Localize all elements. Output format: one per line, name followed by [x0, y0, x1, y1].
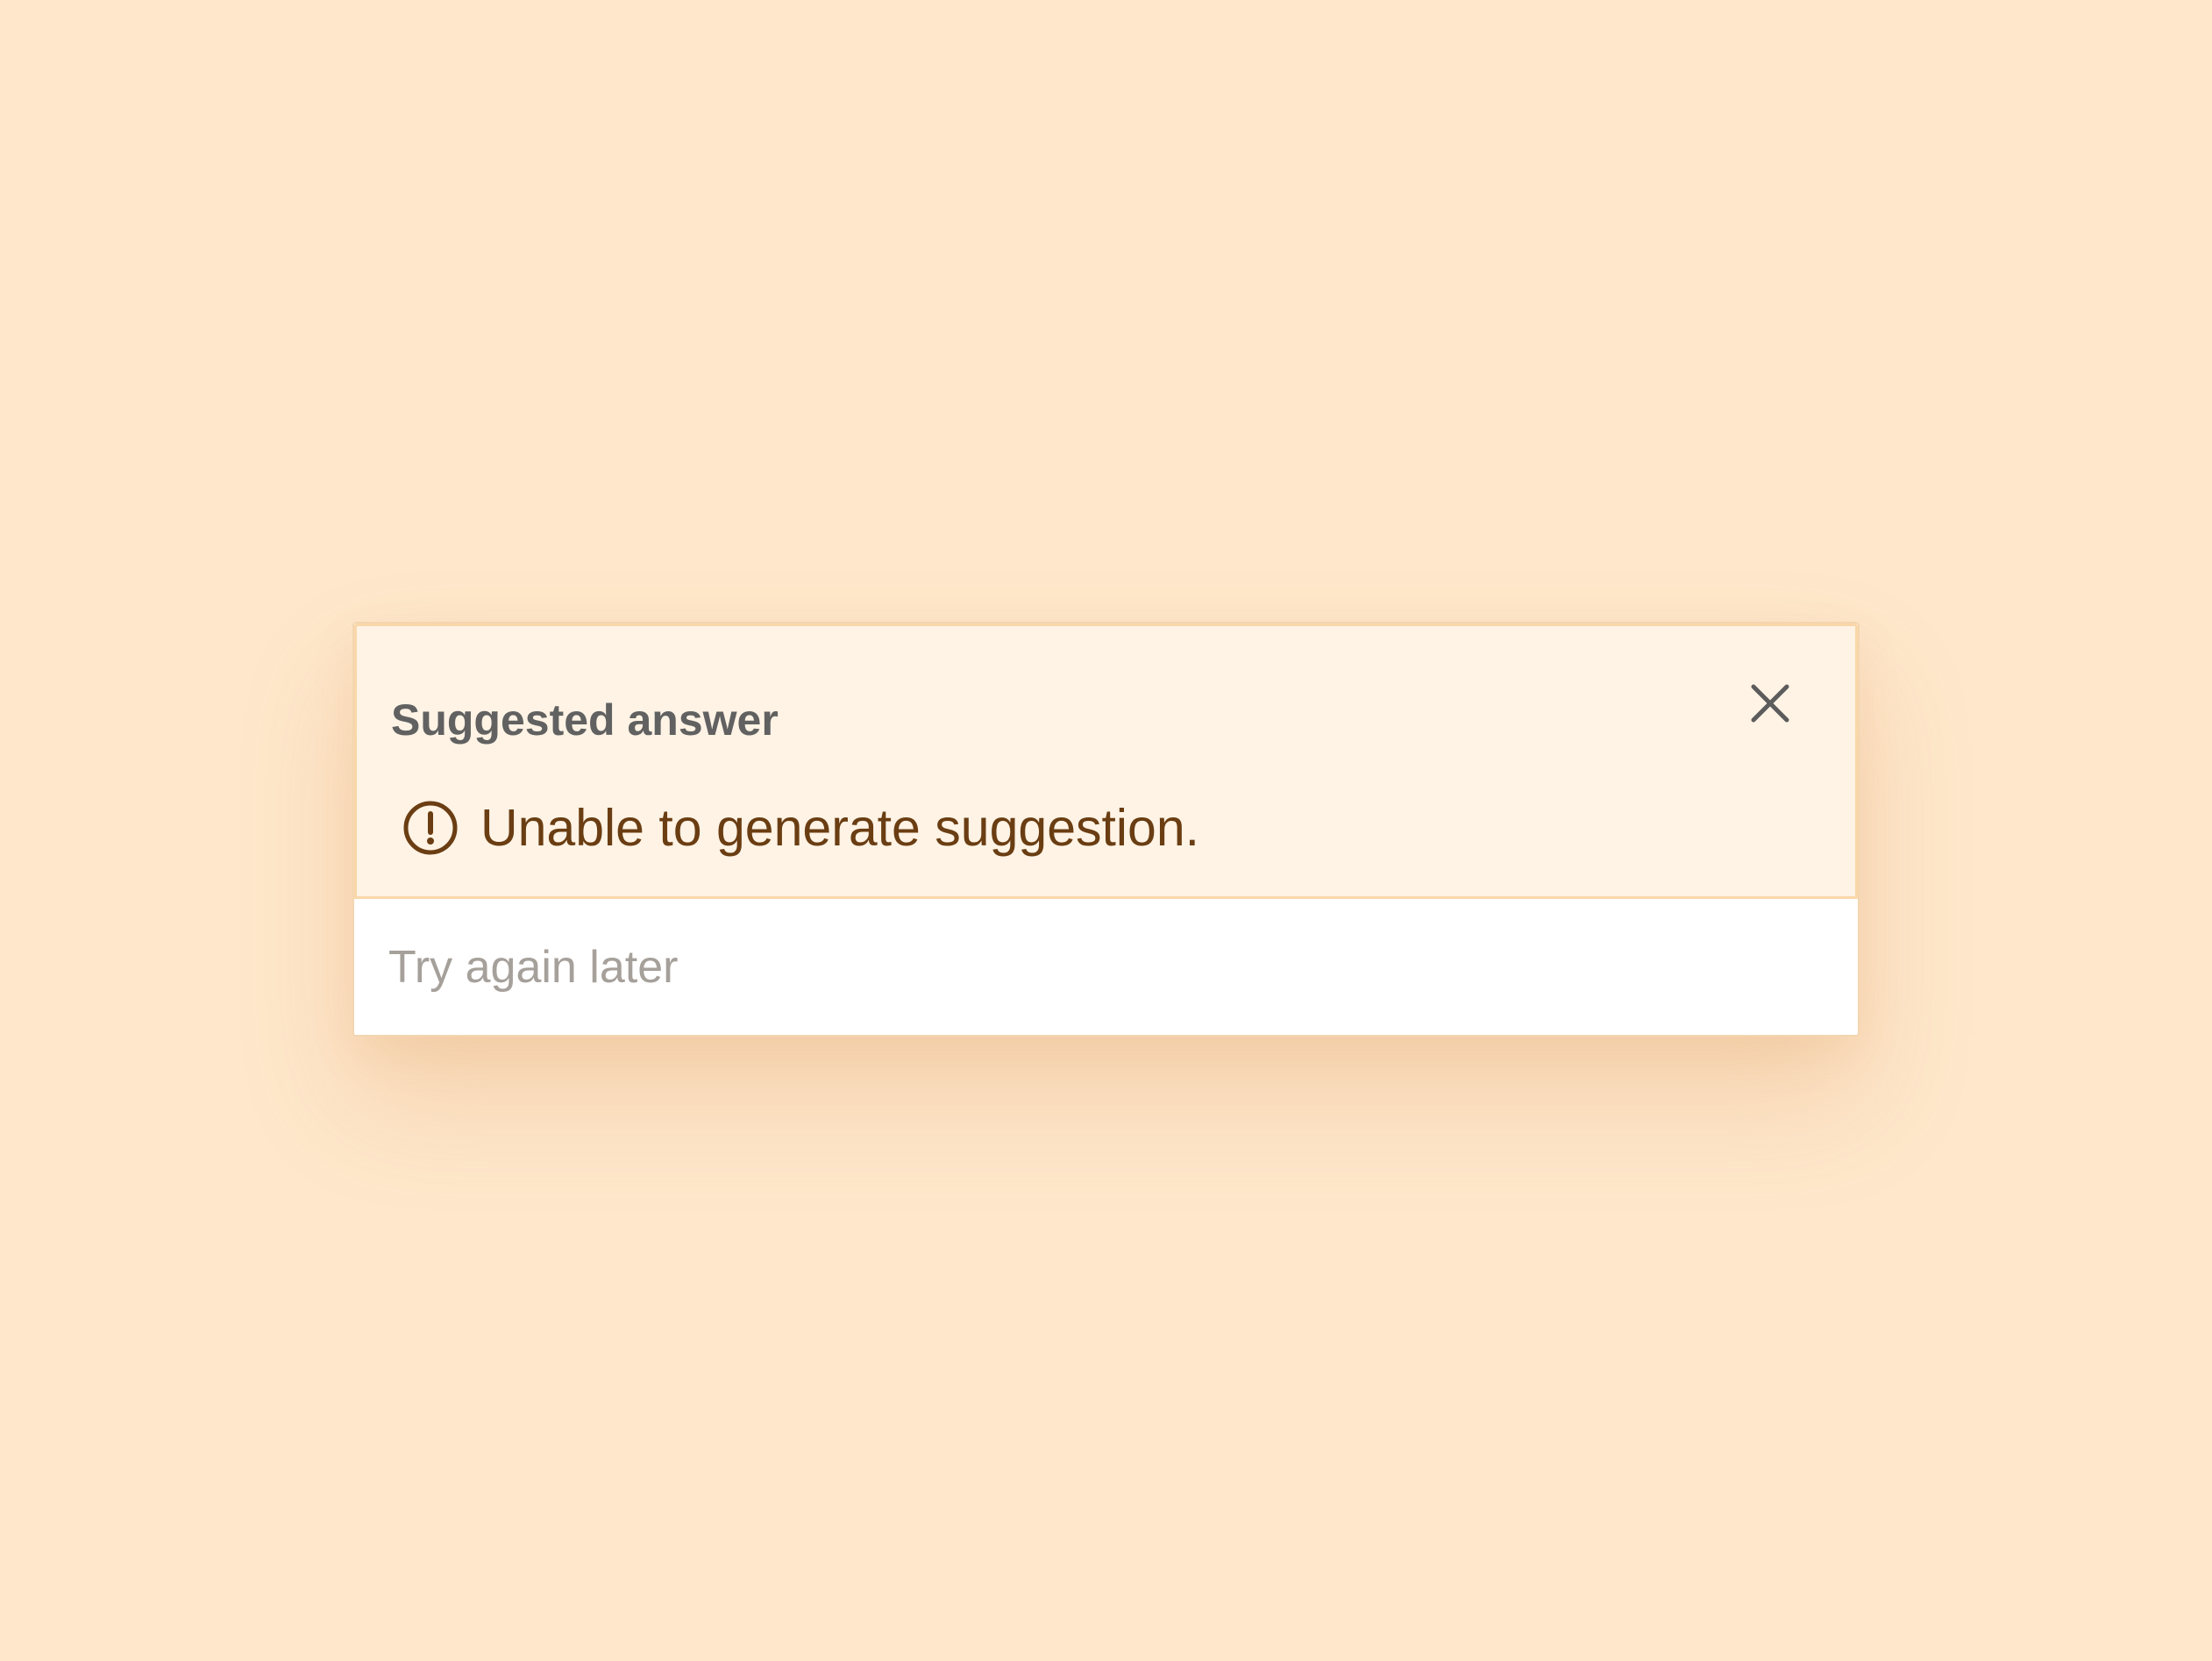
error-message-row: Unable to generate suggestion.	[402, 798, 1199, 858]
error-message: Unable to generate suggestion.	[480, 799, 1200, 857]
retry-hint: Try again later	[388, 942, 679, 993]
alert-circle-icon	[403, 801, 458, 855]
card-title: Suggested answer	[391, 695, 779, 745]
suggestion-error-panel: Suggested answer Unable to generate sugg…	[354, 624, 1858, 899]
close-button[interactable]	[1739, 673, 1801, 734]
suggested-answer-card: Suggested answer Unable to generate sugg…	[352, 622, 1860, 1037]
suggestion-footer: Try again later	[354, 899, 1858, 1035]
close-icon	[1751, 684, 1789, 723]
